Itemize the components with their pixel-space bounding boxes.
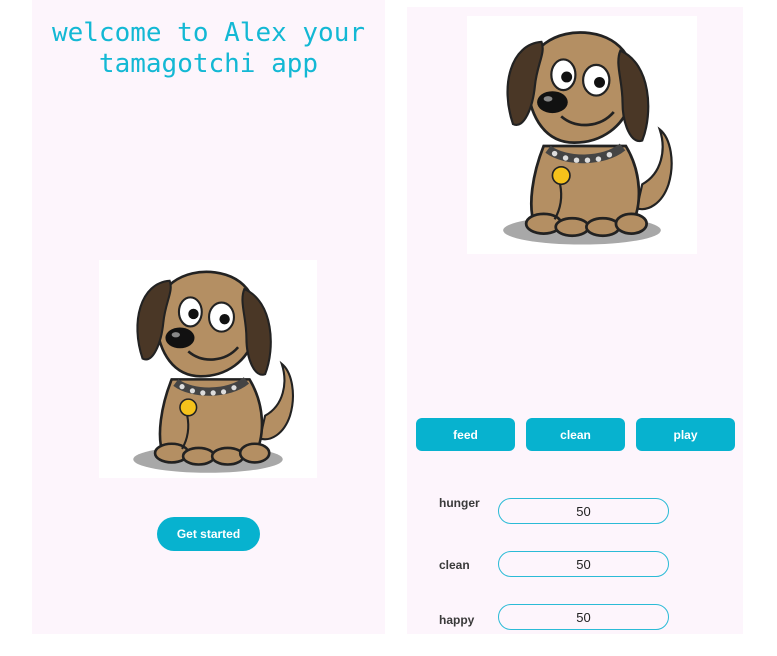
feed-button[interactable]: feed: [416, 418, 515, 451]
happy-label: happy: [439, 613, 475, 627]
play-button[interactable]: play: [636, 418, 735, 451]
dog-icon: [467, 16, 697, 254]
welcome-screen: welcome to Alex your tamagotchi app Get …: [32, 0, 385, 634]
hunger-field[interactable]: [498, 498, 669, 524]
clean-field[interactable]: [498, 551, 669, 577]
get-started-button[interactable]: Get started: [157, 517, 260, 551]
clean-button[interactable]: clean: [526, 418, 625, 451]
dog-image: [467, 16, 697, 254]
hunger-label: hunger: [439, 496, 480, 510]
game-screen: feed clean play hunger clean happy: [407, 7, 743, 634]
dog-icon: [99, 260, 317, 478]
welcome-title: welcome to Alex your tamagotchi app: [51, 18, 366, 79]
clean-label: clean: [439, 558, 470, 572]
happy-field[interactable]: [498, 604, 669, 630]
dog-image: [99, 260, 317, 478]
